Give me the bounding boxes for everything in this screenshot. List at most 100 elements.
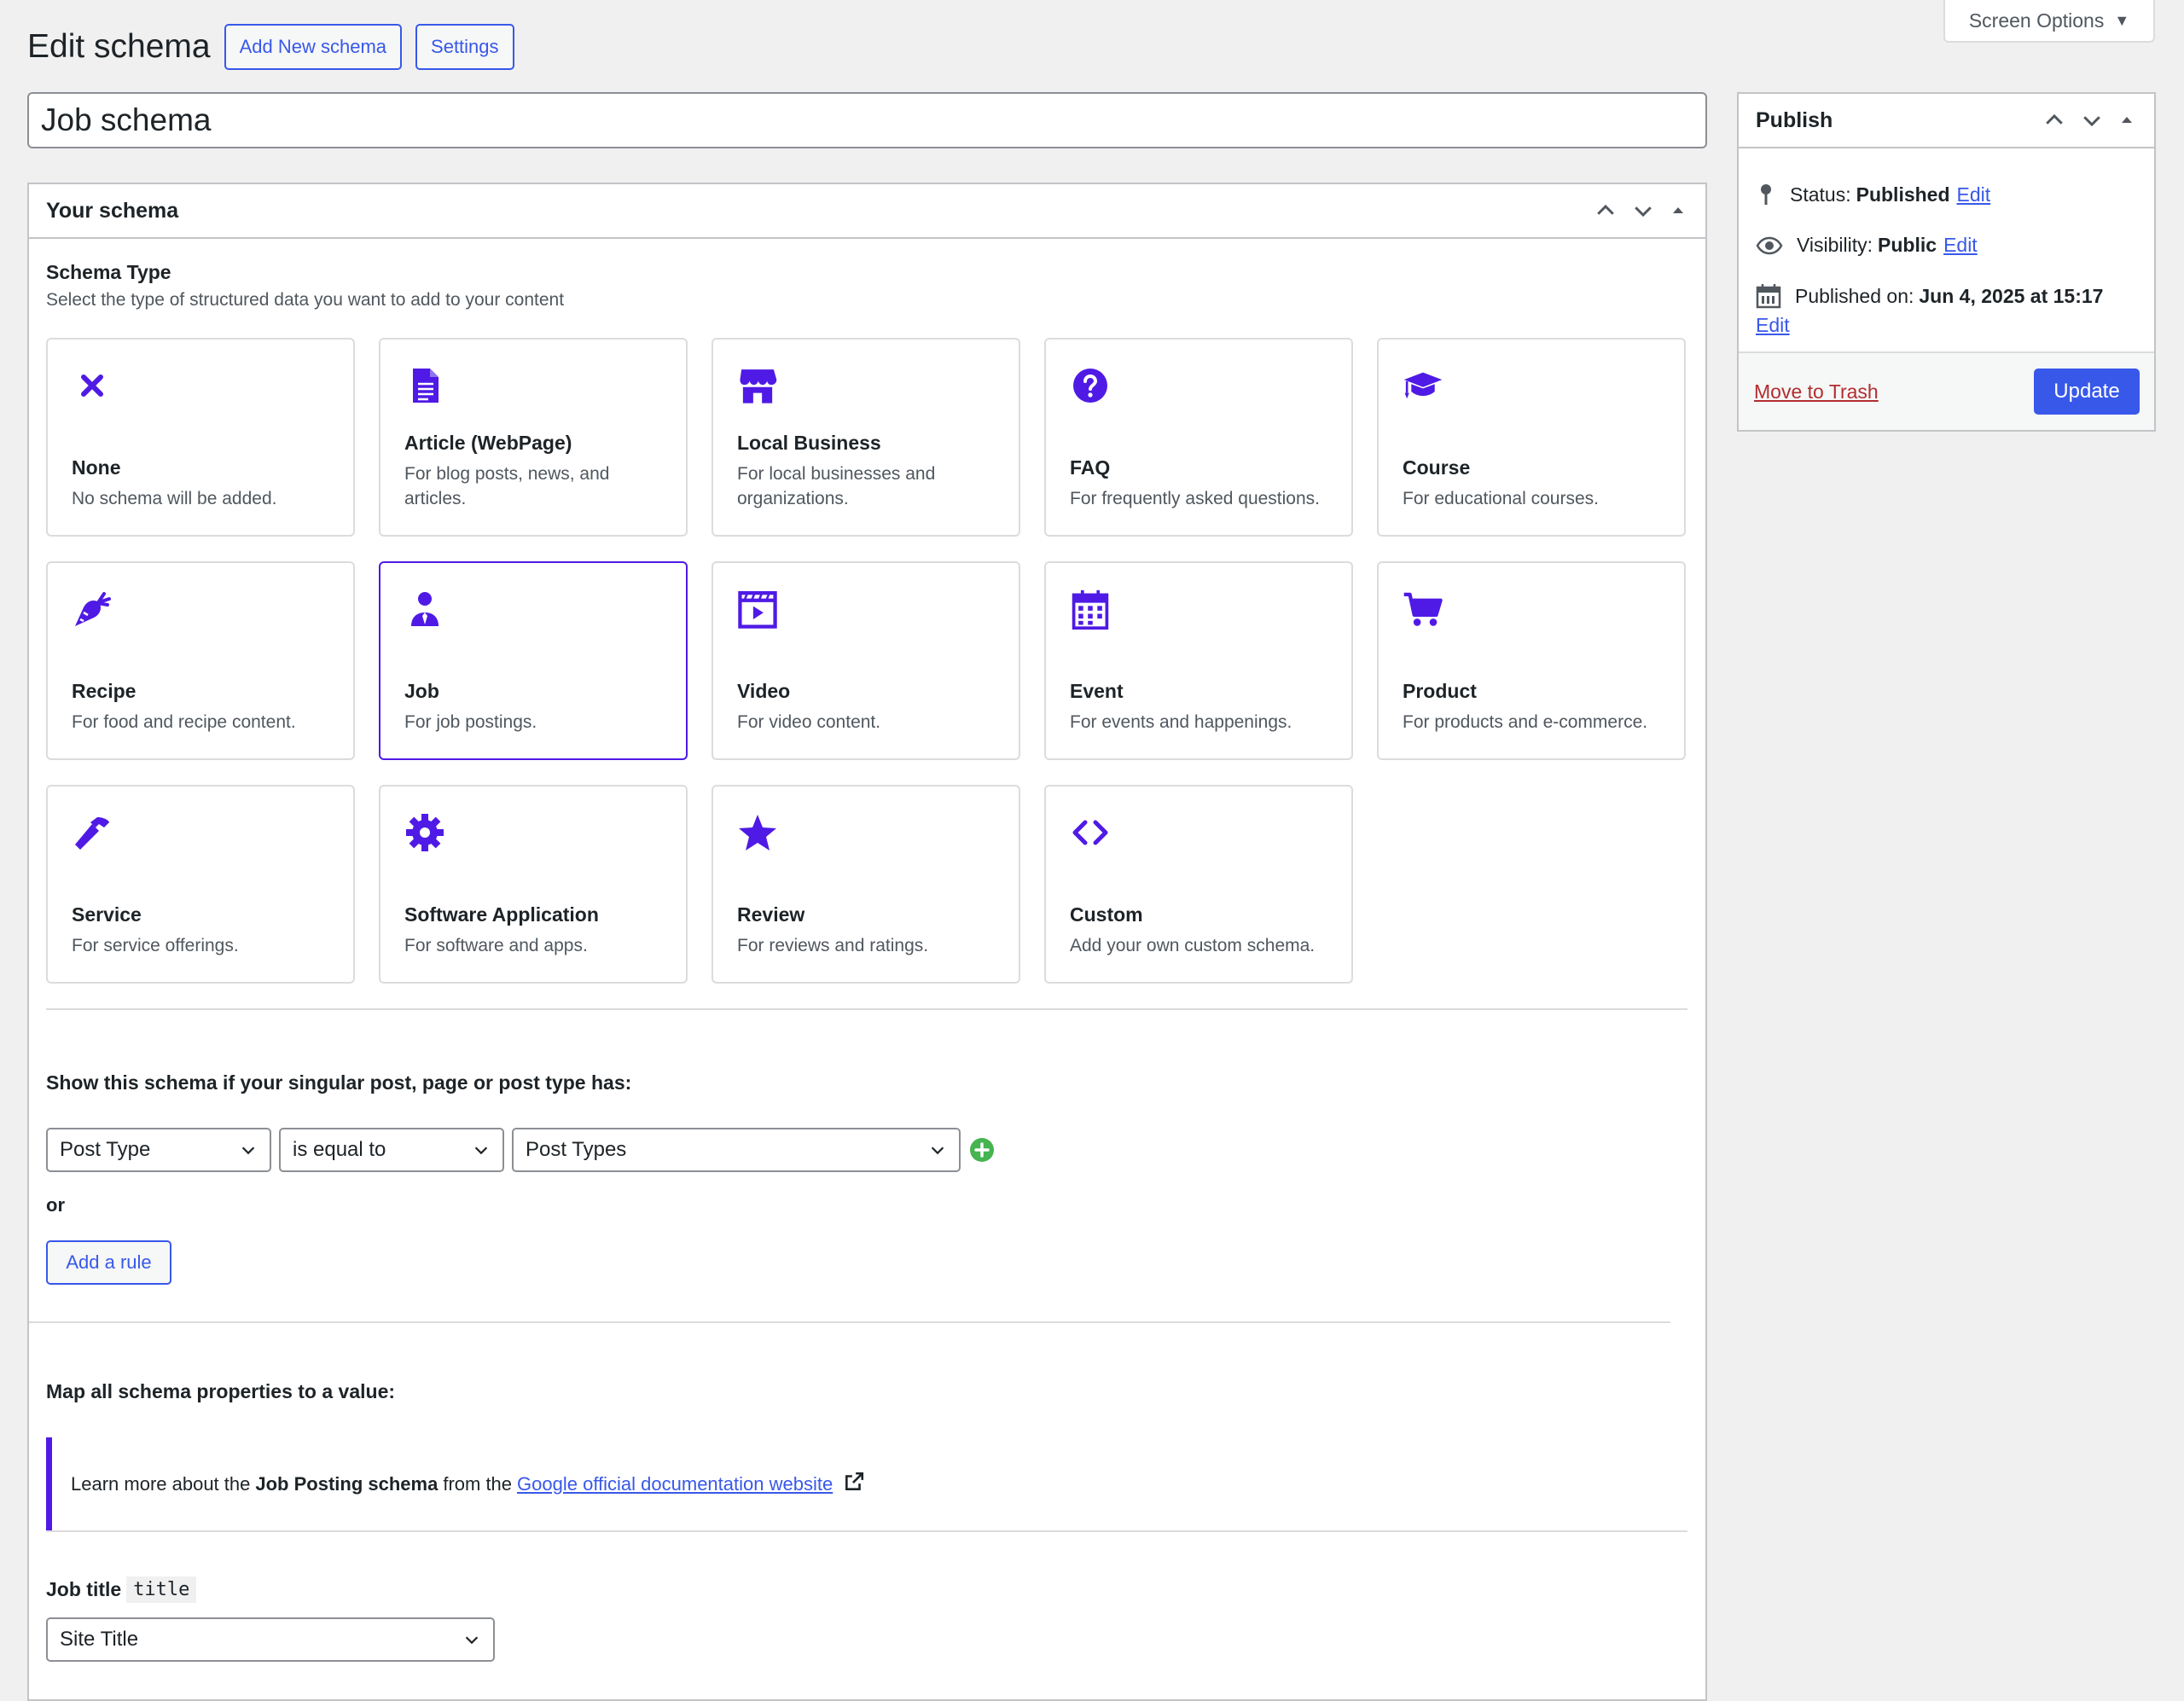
documentation-notice: Learn more about the Job Posting schema … — [46, 1437, 1687, 1531]
edit-date-link[interactable]: Edit — [1756, 314, 1790, 337]
chevron-down-icon — [462, 1630, 481, 1649]
card-name: Recipe — [72, 680, 136, 702]
card-desc: For products and e-commerce. — [1403, 712, 1648, 732]
divider — [29, 1321, 1670, 1323]
card-name: Software Application — [404, 903, 599, 926]
schema-card-service[interactable]: Service For service offerings. — [46, 785, 355, 984]
video-icon — [737, 589, 778, 630]
update-button[interactable]: Update — [2034, 369, 2140, 415]
edit-status-link[interactable]: Edit — [1957, 183, 1991, 206]
schema-card-event[interactable]: Event For events and happenings. — [1044, 561, 1353, 760]
schema-card-product[interactable]: Product For products and e-commerce. — [1377, 561, 1686, 760]
external-link-icon[interactable] — [843, 1471, 865, 1498]
card-desc: For frequently asked questions. — [1070, 489, 1320, 508]
status-value: Published — [1856, 183, 1950, 206]
close-icon — [72, 365, 113, 406]
carrot-icon — [72, 589, 113, 630]
code-icon — [1070, 812, 1111, 853]
card-desc: For video content. — [737, 712, 881, 732]
card-desc: Add your own custom schema. — [1070, 936, 1316, 955]
divider — [46, 1008, 1687, 1010]
card-name: Product — [1403, 680, 1477, 702]
schema-card-custom[interactable]: Custom Add your own custom schema. — [1044, 785, 1353, 984]
schema-card-video[interactable]: Video For video content. — [712, 561, 1020, 760]
move-to-trash-link[interactable]: Move to Trash — [1754, 380, 1879, 403]
pin-icon — [1761, 184, 1771, 205]
document-icon — [404, 365, 445, 406]
post-title-input[interactable]: Job schema — [27, 92, 1707, 148]
question-icon — [1070, 365, 1111, 406]
publish-status-row: Status: Published Edit — [1756, 183, 1990, 206]
add-rule-button[interactable]: Add a rule — [46, 1240, 171, 1285]
publish-postbox-title: Publish — [1756, 107, 1833, 132]
add-condition-icon[interactable] — [968, 1136, 996, 1164]
collapse-icon[interactable] — [2117, 110, 2137, 131]
card-name: None — [72, 456, 121, 479]
chevron-down-icon — [472, 1141, 491, 1159]
card-name: Event — [1070, 680, 1124, 702]
published-label: Published on: — [1795, 284, 1914, 307]
edit-visibility-link[interactable]: Edit — [1943, 234, 1978, 257]
user-tie-icon — [404, 589, 445, 630]
card-desc: For service offerings. — [72, 936, 239, 955]
page-header: Edit schema Add New schema Settings — [27, 24, 514, 70]
status-label: Status: — [1790, 183, 1851, 206]
schema-card-software[interactable]: Software Application For software and app… — [379, 785, 688, 984]
move-down-icon[interactable] — [1630, 198, 1656, 224]
postbox-handle-actions — [1593, 198, 1688, 224]
publish-postbox-header: Publish — [1739, 94, 2154, 148]
job-title-select[interactable]: Site Title — [46, 1617, 495, 1662]
card-name: Video — [737, 680, 791, 702]
schema-card-article[interactable]: Article (WebPage) For blog posts, news, a… — [379, 338, 688, 537]
publish-actions: Move to Trash Update — [1739, 351, 2154, 430]
store-icon — [737, 365, 778, 406]
rule-param-value: Post Type — [60, 1138, 151, 1161]
move-up-icon[interactable] — [2042, 107, 2067, 133]
caret-down-icon: ▼ — [2114, 11, 2130, 29]
card-name: Review — [737, 903, 805, 926]
schema-card-faq[interactable]: FAQ For frequently asked questions. — [1044, 338, 1353, 537]
card-desc: No schema will be added. — [72, 489, 277, 508]
screen-options-label: Screen Options — [1968, 9, 2105, 32]
move-down-icon[interactable] — [2079, 107, 2105, 133]
calendar-icon — [1070, 589, 1111, 630]
card-desc: For food and recipe content. — [72, 712, 296, 732]
job-title-value: Site Title — [60, 1628, 139, 1651]
schema-card-job[interactable]: Job For job postings. — [379, 561, 688, 760]
schema-card-local-business[interactable]: Local Business For local businesses and o… — [712, 338, 1020, 537]
google-docs-link[interactable]: Google official documentation website — [517, 1473, 833, 1495]
card-desc: For software and apps. — [404, 936, 588, 955]
schema-card-recipe[interactable]: Recipe For food and recipe content. — [46, 561, 355, 760]
publish-date-row: Published on: Jun 4, 2025 at 15:17 — [1756, 283, 2103, 309]
chevron-down-icon — [239, 1141, 258, 1159]
visibility-value: Public — [1878, 234, 1937, 256]
job-title-field-label: Job title title — [46, 1576, 197, 1603]
hammer-icon — [72, 812, 113, 853]
map-properties-label: Map all schema properties to a value: — [46, 1380, 396, 1402]
card-name: Article (WebPage) — [404, 432, 572, 454]
schema-card-none[interactable]: None No schema will be added. — [46, 338, 355, 537]
card-desc: For job postings. — [404, 712, 537, 732]
page-title: Edit schema — [27, 28, 211, 65]
rule-value-value: Post Types — [526, 1138, 627, 1161]
add-new-schema-button[interactable]: Add New schema — [224, 24, 403, 70]
notice-middle: from the — [443, 1473, 513, 1495]
schema-postbox-title: Your schema — [46, 198, 179, 223]
rule-operator-select[interactable]: is equal to — [279, 1128, 504, 1172]
card-desc: For blog posts, news, and articles. — [404, 464, 610, 508]
card-name: Local Business — [737, 432, 881, 454]
rule-operator-value: is equal to — [293, 1138, 386, 1161]
collapse-icon[interactable] — [1668, 200, 1688, 221]
card-name: Course — [1403, 456, 1471, 479]
schema-postbox-header: Your schema — [29, 184, 1705, 239]
schema-card-course[interactable]: Course For educational courses. — [1377, 338, 1686, 537]
job-title-code: title — [126, 1576, 197, 1603]
screen-options-button[interactable]: Screen Options ▼ — [1943, 0, 2155, 43]
move-up-icon[interactable] — [1593, 198, 1618, 224]
postbox-handle-actions — [2042, 107, 2137, 133]
schema-type-label: Schema Type — [46, 261, 171, 283]
schema-card-review[interactable]: Review For reviews and ratings. — [712, 785, 1020, 984]
settings-button[interactable]: Settings — [415, 24, 514, 70]
rule-param-select[interactable]: Post Type — [46, 1128, 271, 1172]
rule-value-select[interactable]: Post Types — [512, 1128, 961, 1172]
